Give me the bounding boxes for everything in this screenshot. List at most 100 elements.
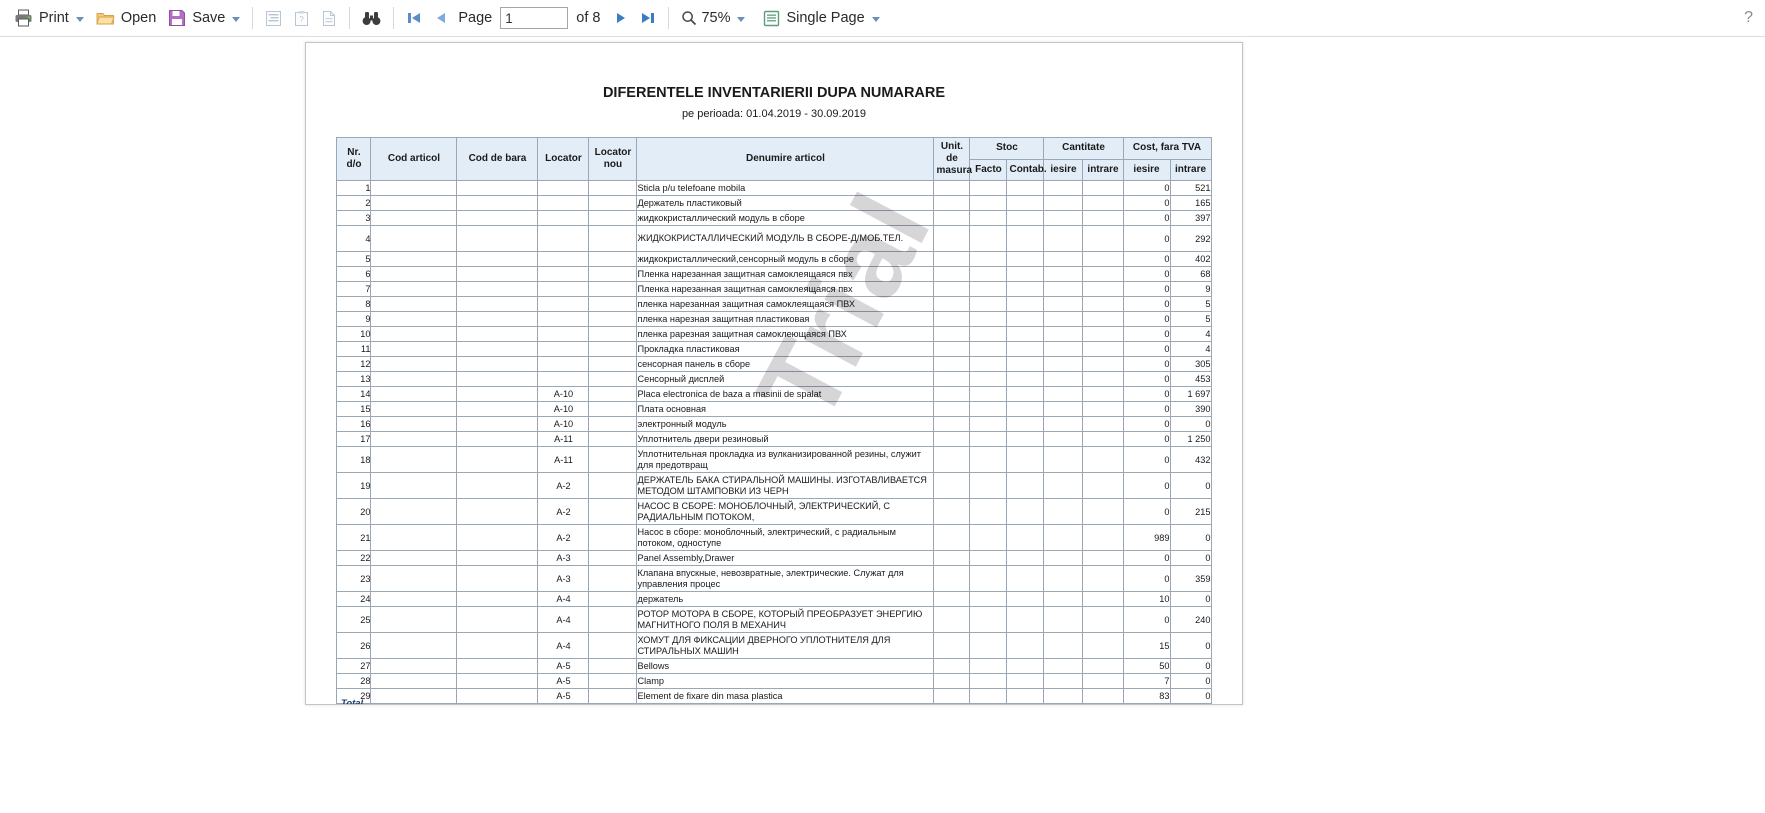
cell-nr: 25 xyxy=(336,606,372,633)
cell-cod-articol xyxy=(370,446,458,473)
th-locator-nou-line2: nou xyxy=(603,159,623,170)
cell-denumire: ЖИДКОКРИСТАЛЛИЧЕСКИЙ МОДУЛЬ В СБОРЕ-Д/МО… xyxy=(636,225,935,252)
print-label: Print xyxy=(39,10,69,26)
zoom-control[interactable]: 75% xyxy=(675,4,751,32)
cell-cod-articol xyxy=(370,673,458,689)
cell-denumire: Уплотнитель двери резиновый xyxy=(636,431,935,447)
view-mode-dropdown-caret[interactable] xyxy=(871,16,880,22)
zoom-dropdown-caret[interactable] xyxy=(737,16,746,22)
cell-cantitate-iesire xyxy=(1043,632,1084,659)
cell-cantitate-intrare xyxy=(1082,673,1124,689)
cell-cod-bara xyxy=(456,266,539,282)
table-row: 19 A-2 ДЕРЖАТЕЛЬ БАКА СТИРАЛЬНОЙ МАШИНЫ. И… xyxy=(336,472,1212,499)
cell-cod-bara xyxy=(456,565,539,592)
cell-unit-masura xyxy=(933,591,971,607)
cell-cantitate-iesire xyxy=(1043,225,1084,252)
cell-cost-intrare: 0 xyxy=(1169,673,1212,689)
resources-button[interactable] xyxy=(315,4,343,32)
cell-cantitate-iesire xyxy=(1043,311,1084,327)
cell-stoc-contab xyxy=(1006,658,1045,674)
cell-denumire: Bellows xyxy=(636,658,935,674)
last-page-button[interactable] xyxy=(634,4,662,32)
cell-stoc-facto xyxy=(969,326,1008,342)
cell-denumire: пленка нарезная защитная пластиковая xyxy=(636,311,935,327)
table-row: 28 A-5 Clamp 7 0 xyxy=(336,673,1212,689)
cell-denumire: Сенсорный дисплей xyxy=(636,371,935,387)
cell-cantitate-intrare xyxy=(1082,416,1124,432)
prev-page-button[interactable] xyxy=(428,4,454,32)
cell-cod-bara xyxy=(456,401,539,417)
cell-locator: A-5 xyxy=(537,688,590,704)
cell-cost-intrare: 4 xyxy=(1169,341,1212,357)
print-dropdown-caret[interactable] xyxy=(75,16,84,22)
print-button[interactable]: Print xyxy=(8,4,90,32)
cell-cost-intrare: 390 xyxy=(1169,401,1212,417)
save-button[interactable]: Save xyxy=(162,4,246,32)
cell-cost-iesire: 0 xyxy=(1122,311,1171,327)
cell-cost-intrare: 68 xyxy=(1169,266,1212,282)
cell-cod-articol xyxy=(370,591,458,607)
cell-cost-intrare: 0 xyxy=(1169,591,1212,607)
cell-locator: A-11 xyxy=(537,446,590,473)
parameters-button[interactable]: ? xyxy=(288,4,315,32)
cell-cod-articol xyxy=(370,281,458,297)
cell-cost-intrare: 453 xyxy=(1169,371,1212,387)
cell-locator xyxy=(537,225,590,252)
cell-cost-iesire: 0 xyxy=(1122,356,1171,372)
open-button[interactable]: Open xyxy=(90,4,162,32)
find-button[interactable] xyxy=(356,4,387,32)
cell-stoc-facto xyxy=(969,498,1008,525)
cell-denumire: пленка нарезанная защитная самоклеящаяся… xyxy=(636,296,935,312)
view-mode-control[interactable]: Single Page xyxy=(757,4,885,32)
cell-cost-intrare: 0 xyxy=(1169,688,1212,704)
table-row: 3 жидкокристаллический модуль в сборе 0 397 xyxy=(336,210,1212,226)
cell-denumire: сенсорная панель в сборе xyxy=(636,356,935,372)
table-row: 2 Держатель пластиковый 0 165 xyxy=(336,195,1212,211)
page-number-input[interactable] xyxy=(500,7,569,29)
cell-unit-masura xyxy=(933,606,971,633)
cell-stoc-facto xyxy=(969,550,1008,566)
cell-cod-bara xyxy=(456,658,539,674)
cell-cod-articol xyxy=(370,251,458,267)
next-page-button[interactable] xyxy=(608,4,634,32)
last-page-icon xyxy=(640,10,656,26)
cell-cod-articol xyxy=(370,498,458,525)
bookmarks-button[interactable] xyxy=(259,4,288,32)
cell-denumire: Clamp xyxy=(636,673,935,689)
save-label: Save xyxy=(192,10,226,26)
prev-page-icon xyxy=(434,10,448,26)
th-nr: Nr. d/o xyxy=(336,137,372,181)
cell-cod-articol xyxy=(370,371,458,387)
cell-cost-iesire: 0 xyxy=(1122,296,1171,312)
cell-stoc-contab xyxy=(1006,524,1045,551)
cell-nr: 24 xyxy=(336,591,372,607)
cell-cost-iesire: 0 xyxy=(1122,210,1171,226)
cell-denumire: Пленка нарезанная защитная самоклеящаяся… xyxy=(636,266,935,282)
cell-locator: A-2 xyxy=(537,498,590,525)
help-button[interactable]: ? xyxy=(1744,9,1753,27)
cell-cantitate-intrare xyxy=(1082,326,1124,342)
cell-cod-articol xyxy=(370,296,458,312)
cell-stoc-facto xyxy=(969,591,1008,607)
cell-nr: 16 xyxy=(336,416,372,432)
cell-cod-bara xyxy=(456,356,539,372)
save-dropdown-caret[interactable] xyxy=(232,16,241,22)
cell-unit-masura xyxy=(933,658,971,674)
first-page-button[interactable] xyxy=(400,4,428,32)
cell-cod-bara xyxy=(456,632,539,659)
cell-cantitate-intrare xyxy=(1082,296,1124,312)
cell-locator-nou xyxy=(588,180,638,196)
cell-nr: 22 xyxy=(336,550,372,566)
table-row: 16 A-10 электронный модуль 0 0 xyxy=(336,416,1212,432)
floppy-disk-icon xyxy=(168,9,186,27)
cell-cantitate-intrare xyxy=(1082,688,1124,704)
cell-denumire: Плата основная xyxy=(636,401,935,417)
th-cost-iesire: iesire xyxy=(1122,158,1171,181)
cell-nr: 3 xyxy=(336,210,372,226)
cell-locator-nou xyxy=(588,281,638,297)
cell-locator: A-2 xyxy=(537,472,590,499)
cell-locator-nou xyxy=(588,386,638,402)
cell-stoc-facto xyxy=(969,673,1008,689)
table-row: 24 A-4 держатель 10 0 xyxy=(336,591,1212,607)
cell-stoc-contab xyxy=(1006,210,1045,226)
